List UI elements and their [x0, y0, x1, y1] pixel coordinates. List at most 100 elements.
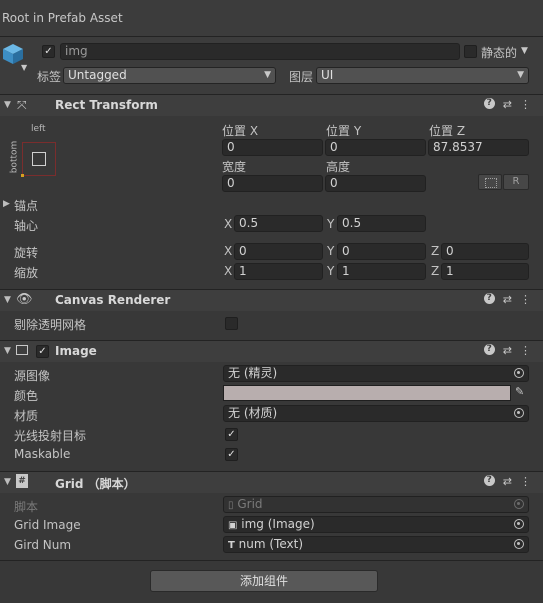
more-icon[interactable]: ⋮: [520, 475, 531, 488]
rot-z-field[interactable]: 0: [441, 243, 529, 260]
help-icon[interactable]: ?: [483, 475, 495, 486]
preset-icon[interactable]: ⇄: [503, 98, 512, 111]
static-label: 静态的: [481, 46, 518, 60]
help-icon[interactable]: ?: [483, 344, 495, 355]
grid-image-label: Grid Image: [14, 518, 81, 532]
anchor-preset-h-label: left: [31, 124, 46, 134]
rot-z-axis-label: Z: [431, 244, 440, 258]
maskable-checkbox[interactable]: ✓: [225, 448, 238, 461]
anchor-dot-icon: [21, 174, 24, 177]
pos-z-label: 位置 Z: [429, 124, 466, 138]
text-reference-icon: T: [228, 540, 235, 551]
scale-y-field[interactable]: 1: [337, 263, 426, 280]
scale-z-axis-label: Z: [431, 264, 440, 278]
script-field: ▯ Grid: [223, 496, 529, 513]
section-actions: ? ⇄ ⋮: [483, 98, 531, 111]
collapse-caret-icon[interactable]: ▼: [4, 477, 11, 487]
color-label: 颜色: [14, 389, 39, 403]
grid-script-header[interactable]: ▼ # Grid （脚本） ? ⇄ ⋮: [0, 471, 543, 493]
preset-icon[interactable]: ⇄: [503, 293, 512, 306]
material-label: 材质: [14, 409, 39, 423]
rot-y-field[interactable]: 0: [337, 243, 426, 260]
eye-icon: 👁: [16, 292, 33, 307]
grid-num-field[interactable]: T num (Text): [223, 536, 529, 553]
collapse-caret-icon[interactable]: ▼: [4, 346, 11, 356]
width-field[interactable]: 0: [222, 175, 323, 192]
eyedropper-icon[interactable]: ✎: [515, 385, 524, 398]
image-header[interactable]: ▼ ✓ Image ? ⇄ ⋮: [0, 340, 543, 362]
height-label: 高度: [326, 160, 351, 174]
scale-x-field[interactable]: 1: [234, 263, 323, 280]
anchors-caret-icon[interactable]: ▶: [3, 199, 10, 209]
gameobject-name-field[interactable]: img: [60, 43, 460, 60]
help-icon[interactable]: ?: [483, 293, 495, 304]
pos-y-label: 位置 Y: [326, 124, 362, 138]
active-checkbox[interactable]: ✓: [42, 45, 55, 58]
rect-transform-header[interactable]: ▼ ⤧ Rect Transform ? ⇄ ⋮: [0, 94, 543, 116]
more-icon[interactable]: ⋮: [520, 293, 531, 306]
source-image-field[interactable]: 无 (精灵): [223, 365, 529, 382]
blueprint-mode-button[interactable]: [478, 174, 502, 190]
object-picker-icon[interactable]: [514, 408, 524, 418]
scale-z-field[interactable]: 1: [441, 263, 529, 280]
static-checkbox[interactable]: [464, 45, 477, 58]
pos-x-field[interactable]: 0: [222, 139, 323, 156]
script-file-icon: ▯: [228, 500, 234, 511]
object-picker-icon[interactable]: [514, 368, 524, 378]
icon-dropdown-caret[interactable]: ▼: [21, 63, 27, 72]
cull-transparent-mesh-checkbox[interactable]: [225, 317, 238, 330]
footer-divider: [0, 560, 543, 561]
chevron-down-icon: ▼: [517, 70, 524, 80]
color-swatch[interactable]: [223, 385, 511, 401]
material-field[interactable]: 无 (材质): [223, 405, 529, 422]
rotation-label: 旋转: [14, 246, 39, 260]
grid-image-field[interactable]: ▣ img (Image): [223, 516, 529, 533]
source-image-label: 源图像: [14, 369, 51, 383]
anchors-label[interactable]: 锚点: [14, 197, 38, 214]
pivot-y-field[interactable]: 0.5: [337, 215, 426, 232]
section-title: Canvas Renderer: [55, 293, 171, 307]
anchor-preset-v-label: bottom: [9, 140, 20, 174]
more-icon[interactable]: ⋮: [520, 98, 531, 111]
image-enabled-checkbox[interactable]: ✓: [36, 345, 49, 358]
help-icon[interactable]: ?: [483, 98, 495, 109]
rot-x-field[interactable]: 0: [234, 243, 323, 260]
object-picker-icon[interactable]: [514, 519, 524, 529]
pivot-x-axis-label: X: [224, 217, 233, 231]
cull-transparent-mesh-label: 剔除透明网格: [14, 318, 87, 332]
rot-x-axis-label: X: [224, 244, 233, 258]
object-picker-icon[interactable]: [514, 539, 524, 549]
height-field[interactable]: 0: [325, 175, 426, 192]
section-actions: ? ⇄ ⋮: [483, 293, 531, 306]
preset-icon[interactable]: ⇄: [503, 344, 512, 357]
raycast-target-checkbox[interactable]: ✓: [225, 428, 238, 441]
more-icon[interactable]: ⋮: [520, 344, 531, 357]
tag-value: Untagged: [68, 68, 127, 82]
pos-z-field[interactable]: 87.8537: [428, 139, 529, 156]
grid-num-value: num (Text): [238, 537, 304, 551]
tag-dropdown[interactable]: Untagged ▼: [63, 67, 276, 84]
section-title: Grid （脚本）: [55, 477, 136, 491]
preset-icon[interactable]: ⇄: [503, 475, 512, 488]
width-label: 宽度: [222, 160, 247, 174]
layer-value: UI: [321, 68, 334, 82]
anchor-preset-button[interactable]: [21, 142, 56, 177]
pivot-label: 轴心: [14, 219, 39, 233]
pivot-x-field[interactable]: 0.5: [234, 215, 323, 232]
image-reference-icon: ▣: [228, 520, 238, 531]
scale-x-axis-label: X: [224, 264, 233, 278]
maskable-label: Maskable: [14, 447, 71, 461]
static-dropdown-caret[interactable]: ▼: [521, 46, 528, 56]
collapse-caret-icon[interactable]: ▼: [4, 295, 11, 305]
layer-dropdown[interactable]: UI ▼: [316, 67, 529, 84]
add-component-button[interactable]: 添加组件: [150, 570, 378, 592]
raw-edit-button[interactable]: R: [503, 174, 529, 190]
collapse-caret-icon[interactable]: ▼: [4, 100, 11, 110]
scale-y-axis-label: Y: [327, 264, 335, 278]
section-actions: ? ⇄ ⋮: [483, 475, 531, 488]
pos-y-field[interactable]: 0: [325, 139, 426, 156]
canvas-renderer-header[interactable]: ▼ 👁 Canvas Renderer ? ⇄ ⋮: [0, 289, 543, 311]
script-label: 脚本: [14, 500, 39, 514]
image-component-icon: [16, 345, 28, 355]
object-picker-icon: [514, 499, 524, 509]
